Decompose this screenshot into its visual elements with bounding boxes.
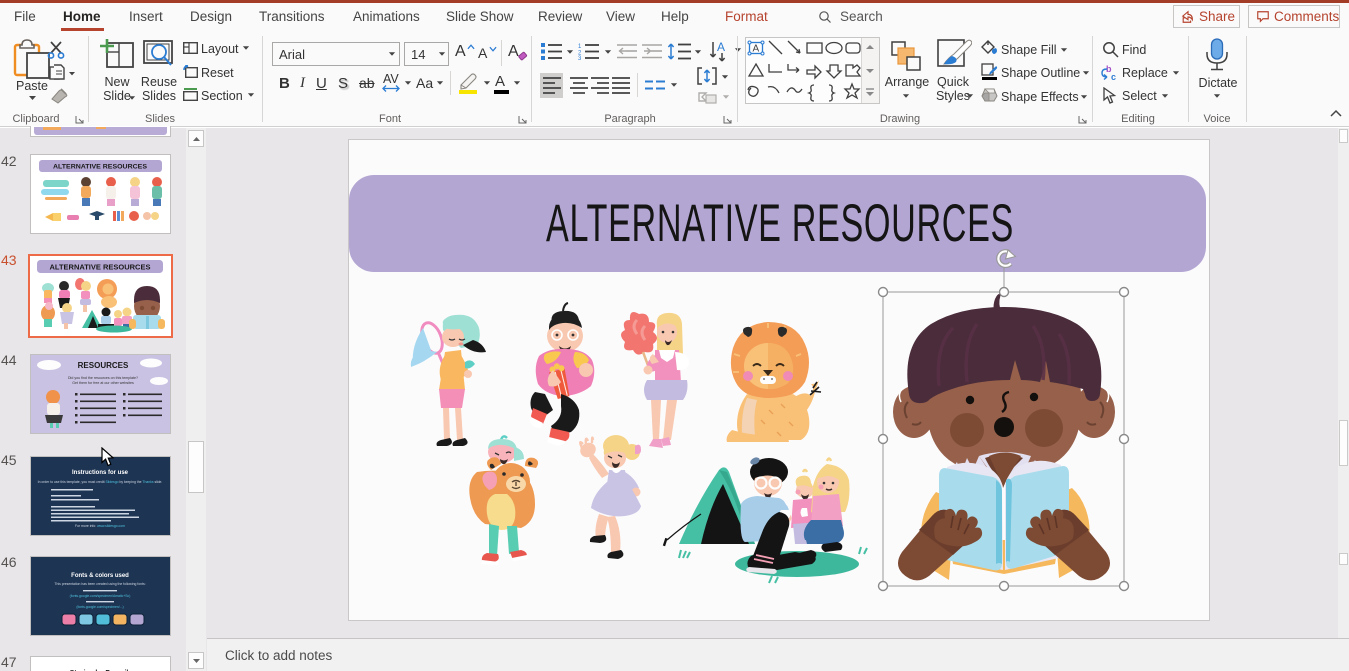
svg-text:ALTERNATIVE RESOURCES: ALTERNATIVE RESOURCES [53, 164, 148, 171]
svg-text:Did you find the resources on: Did you find the resources on this templ… [68, 376, 138, 380]
svg-text:(fonts.google.com/specimen/Ama: (fonts.google.com/specimen/Amatic+Sc) [70, 594, 131, 598]
svg-text:(fonts.google.com/specimen/...: (fonts.google.com/specimen/...) [76, 605, 123, 609]
svg-text:Get them for free at our other: Get them for free at our other websites [72, 381, 134, 385]
svg-text:Instructions for use: Instructions for use [72, 470, 129, 476]
svg-text:In order to use this template,: In order to use this template, you must … [38, 480, 163, 484]
svg-text:A: A [753, 44, 760, 55]
svg-text:c: c [1111, 72, 1116, 82]
svg-text:A: A [717, 41, 725, 54]
svg-text:1: 1 [578, 44, 582, 50]
svg-text:Fonts & colors used: Fonts & colors used [71, 573, 129, 579]
svg-text:ALTERNATIVE RESOURCES: ALTERNATIVE RESOURCES [546, 195, 1014, 253]
svg-text:3: 3 [578, 56, 582, 60]
svg-text:This presentation has been cre: This presentation has been created using… [54, 582, 145, 586]
svg-text:ALTERNATIVE RESOURCES: ALTERNATIVE RESOURCES [50, 263, 151, 272]
svg-text:RESOURCES: RESOURCES [78, 361, 129, 370]
svg-text:For more info: www.slidesgo.co: For more info: www.slidesgo.com [75, 524, 125, 528]
